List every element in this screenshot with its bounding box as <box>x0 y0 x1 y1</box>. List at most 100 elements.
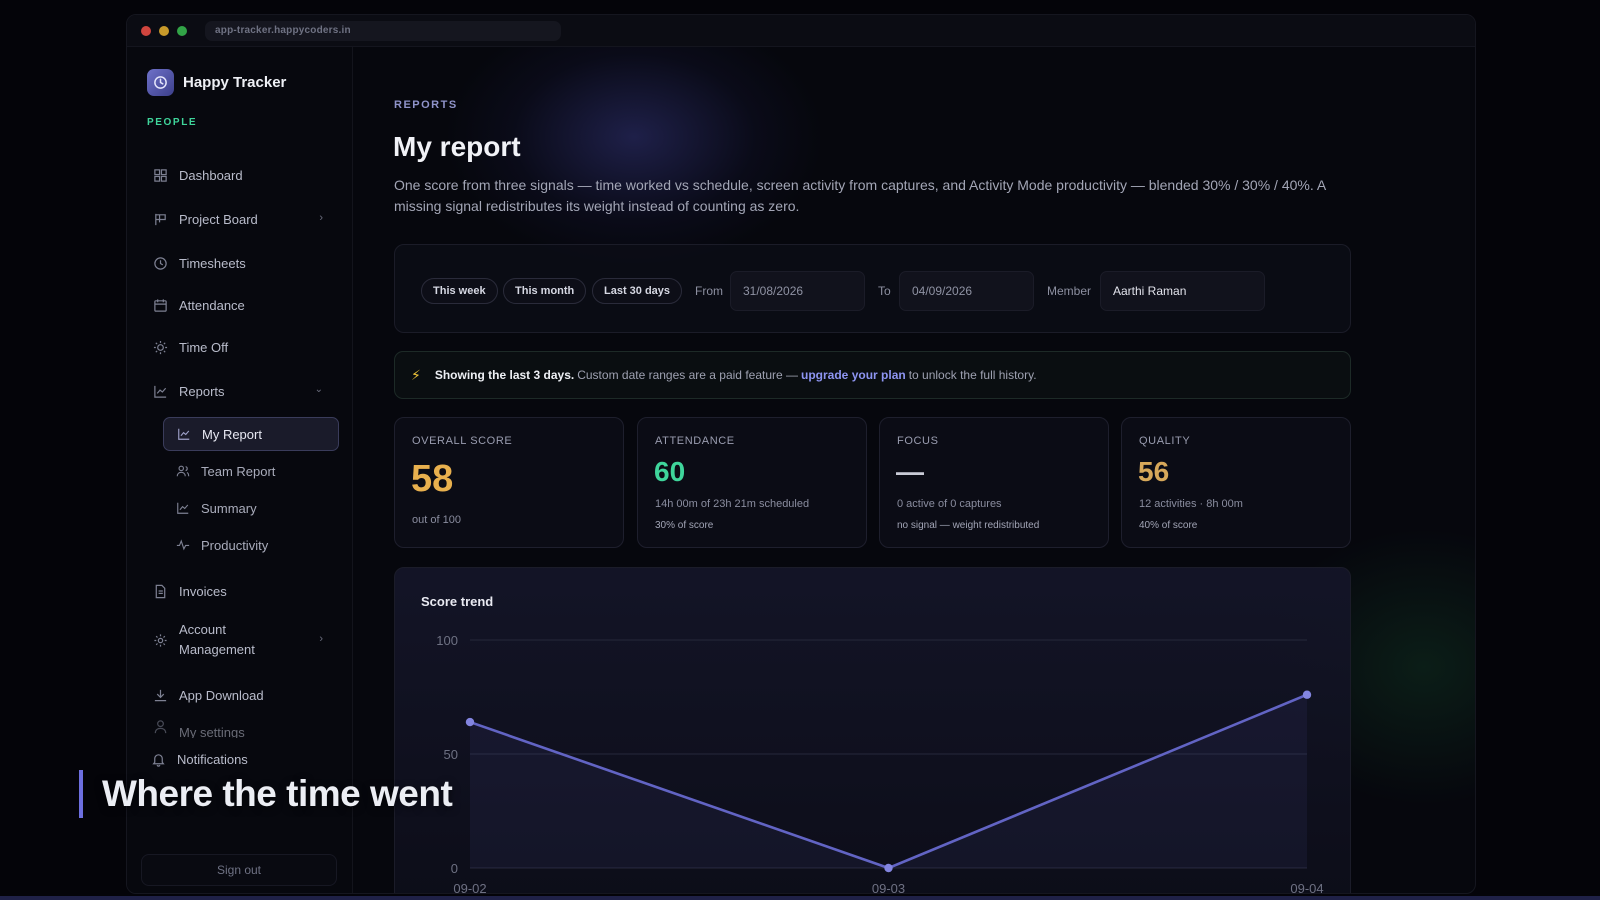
stat-detail: 14h 00m of 23h 21m scheduled <box>655 498 810 510</box>
sidebar-item-my-settings[interactable]: My settings <box>151 714 331 738</box>
chevron-down-icon: ⌄ <box>314 384 323 395</box>
brand-name: Happy Tracker <box>183 74 287 91</box>
browser-titlebar: app-tracker.happycoders.in <box>127 15 1475 47</box>
filter-bar: This week This month Last 30 days From 3… <box>394 244 1351 333</box>
sidebar-item-label: My settings <box>179 724 245 739</box>
sidebar-item-label: Project Board <box>179 211 258 227</box>
y-tick-label: 50 <box>444 747 458 762</box>
gear-icon <box>151 631 169 649</box>
sidebar-subitem-label: My Report <box>202 426 262 442</box>
sidebar-item-label: Attendance <box>179 297 245 313</box>
plan-limit-banner: ⚡ Showing the last 3 days. Custom date r… <box>394 351 1351 399</box>
x-tick-label: 09-03 <box>872 881 905 893</box>
stat-label: QUALITY <box>1139 435 1191 447</box>
app-window: app-tracker.happycoders.in Happy Tracker… <box>126 14 1476 894</box>
document-icon <box>151 582 169 600</box>
focus-value: — <box>896 456 924 487</box>
last-30-days-chip[interactable]: Last 30 days <box>592 278 683 304</box>
sidebar-item-label: Time Off <box>179 339 229 355</box>
this-month-chip[interactable]: This month <box>503 278 587 304</box>
calendar-icon <box>151 296 169 314</box>
y-tick-label: 0 <box>451 861 458 876</box>
sidebar-item-label: App Download <box>179 687 264 703</box>
sidebar-subitem-label: Productivity <box>201 537 269 553</box>
user-icon <box>151 717 169 735</box>
stat-weight: no signal — weight redistributed <box>897 520 1040 531</box>
sidebar-item-project-board[interactable]: Project Board › <box>151 204 331 234</box>
sign-out-button[interactable]: Sign out <box>141 854 337 886</box>
sidebar-item-reports[interactable]: Reports ⌄ <box>151 376 331 406</box>
pulse-icon <box>175 537 191 553</box>
page-eyebrow: REPORTS <box>394 99 458 111</box>
sidebar-item-time-off[interactable]: Time Off <box>151 332 331 362</box>
chart-icon <box>176 426 192 442</box>
quality-value: 56 <box>1138 456 1170 487</box>
stat-subtext: out of 100 <box>412 514 461 526</box>
data-point <box>465 717 475 727</box>
sun-icon <box>151 338 169 356</box>
board-icon <box>151 210 169 228</box>
stat-weight: 30% of score <box>655 520 714 531</box>
stat-weight: 40% of score <box>1139 520 1198 531</box>
sidebar-item-label: Dashboard <box>179 167 243 183</box>
sidebar-subitem-label: Summary <box>201 500 257 516</box>
x-tick-label: 09-04 <box>1290 881 1323 893</box>
sidebar-item-app-download[interactable]: App Download <box>151 680 331 710</box>
maximize-window-button[interactable] <box>177 26 187 36</box>
sidebar-item-label: Notifications <box>177 751 248 767</box>
data-point <box>884 863 893 873</box>
attendance-value: 60 <box>654 456 686 487</box>
from-date-input[interactable]: 31/08/2026 <box>730 271 865 311</box>
stat-label: OVERALL SCORE <box>412 435 513 447</box>
data-point <box>1302 690 1312 699</box>
y-tick-label: 100 <box>436 633 458 648</box>
banner-text: Custom date ranges are a paid feature — <box>577 368 799 382</box>
x-tick-label: 09-02 <box>453 881 486 893</box>
chevron-right-icon: › <box>319 633 323 645</box>
video-caption: Where the time went <box>79 770 453 818</box>
attendance-card: ATTENDANCE 60 14h 00m of 23h 21m schedul… <box>637 417 867 548</box>
chart-icon <box>151 382 169 400</box>
chart-title: Score trend <box>421 594 494 609</box>
sidebar: Happy Tracker PEOPLE Dashboard Project B… <box>127 47 353 893</box>
banner-text-after: to unlock the full history. <box>908 368 1037 382</box>
to-date-input[interactable]: 04/09/2026 <box>899 271 1034 311</box>
upgrade-plan-link[interactable]: upgrade your plan <box>801 368 906 382</box>
sidebar-subitem-label: Team Report <box>201 463 276 479</box>
sidebar-subitem-my-report[interactable]: My Report <box>163 417 339 451</box>
sidebar-item-account-management[interactable]: Account Management › <box>151 619 331 661</box>
sidebar-item-label: Timesheets <box>179 255 246 271</box>
address-bar[interactable]: app-tracker.happycoders.in <box>205 21 561 41</box>
download-icon <box>151 686 169 704</box>
sidebar-item-label: Invoices <box>179 583 227 599</box>
lightning-icon: ⚡ <box>411 366 421 383</box>
sidebar-item-timesheets[interactable]: Timesheets <box>151 248 331 278</box>
page-title: My report <box>393 131 521 162</box>
minimize-window-button[interactable] <box>159 26 169 36</box>
sidebar-subitem-team-report[interactable]: Team Report <box>163 454 339 488</box>
this-week-chip[interactable]: This week <box>421 278 498 304</box>
sidebar-item-label: Reports <box>179 383 225 399</box>
member-select[interactable]: Aarthi Raman <box>1100 271 1265 311</box>
member-label: Member <box>1047 284 1092 298</box>
score-trend-chart: 0 50 100 09-02 09-03 09-04 <box>436 633 1323 893</box>
sidebar-item-attendance[interactable]: Attendance <box>151 290 331 320</box>
brand-subtitle: PEOPLE <box>147 117 198 128</box>
sidebar-subitem-summary[interactable]: Summary <box>163 491 339 525</box>
close-window-button[interactable] <box>141 26 151 36</box>
main-content: REPORTS My report One score from three s… <box>354 47 1475 893</box>
sidebar-subitem-productivity[interactable]: Productivity <box>163 528 339 562</box>
overall-score-value: 58 <box>411 458 454 500</box>
users-icon <box>175 463 191 479</box>
bell-icon <box>149 750 167 768</box>
series-area <box>470 694 1307 868</box>
banner-heading: Showing the last 3 days. <box>434 368 575 382</box>
from-label: From <box>695 284 723 298</box>
stat-label: ATTENDANCE <box>655 435 735 447</box>
stat-detail: 0 active of 0 captures <box>897 498 1002 510</box>
sidebar-item-invoices[interactable]: Invoices <box>151 576 331 606</box>
score-trend-card: 0 50 100 09-02 09-03 09-04 Score trend <box>394 567 1351 893</box>
sidebar-item-dashboard[interactable]: Dashboard <box>151 160 331 190</box>
stat-label: FOCUS <box>897 435 939 447</box>
overall-score-card: OVERALL SCORE 58 out of 100 <box>394 417 624 548</box>
